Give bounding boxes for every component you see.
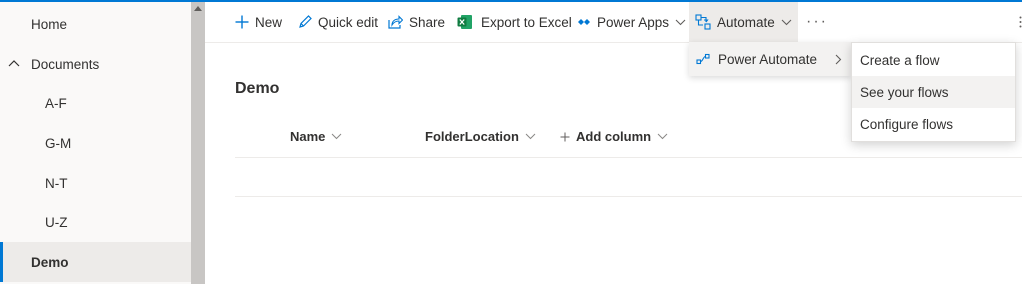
power-automate-menu-item[interactable]: Power Automate bbox=[689, 42, 851, 76]
nav-item-n-t[interactable]: N-T bbox=[0, 163, 191, 203]
column-header-folderlocation[interactable]: FolderLocation bbox=[425, 129, 536, 144]
column-header-label: FolderLocation bbox=[425, 129, 519, 144]
column-header-name[interactable]: Name bbox=[290, 129, 342, 144]
automate-button[interactable]: Automate bbox=[689, 2, 798, 42]
new-label: New bbox=[255, 14, 283, 30]
nav-item-label: U-Z bbox=[45, 214, 68, 230]
chevron-up-icon[interactable] bbox=[8, 58, 20, 70]
chevron-down-icon bbox=[675, 19, 686, 25]
column-header-label: Add column bbox=[576, 129, 652, 144]
power-automate-submenu: Create a flow See your flows Configure f… bbox=[851, 42, 1016, 142]
quick-edit-button[interactable]: Quick edit bbox=[298, 2, 378, 42]
share-icon bbox=[388, 15, 403, 29]
header-divider bbox=[235, 157, 1022, 158]
configure-flows-item[interactable]: Configure flows bbox=[852, 108, 1015, 140]
menu-item-label: Create a flow bbox=[860, 52, 940, 68]
menu-item-label: Configure flows bbox=[860, 116, 954, 132]
nav-item-a-f[interactable]: A-F bbox=[0, 83, 191, 123]
plus-icon bbox=[235, 15, 249, 29]
chevron-down-icon bbox=[781, 19, 792, 25]
nav-item-demo[interactable]: Demo bbox=[0, 242, 191, 282]
power-apps-icon bbox=[578, 19, 590, 25]
nav-item-g-m[interactable]: G-M bbox=[0, 123, 191, 163]
nav-item-home[interactable]: Home bbox=[0, 4, 191, 44]
nav-item-label: Documents bbox=[31, 56, 100, 72]
automate-label: Automate bbox=[717, 14, 775, 30]
add-column-button[interactable]: Add column bbox=[560, 129, 668, 144]
command-bar: New Quick edit Share Export to Excel Pow bbox=[205, 2, 1022, 43]
create-a-flow-item[interactable]: Create a flow bbox=[852, 44, 1015, 76]
column-header-label: Name bbox=[290, 129, 326, 144]
excel-icon bbox=[457, 15, 472, 29]
page-title: Demo bbox=[235, 80, 280, 97]
new-button[interactable]: New bbox=[235, 2, 282, 42]
power-automate-label: Power Automate bbox=[718, 51, 818, 67]
more-label: ··· bbox=[806, 13, 828, 30]
pencil-icon bbox=[299, 15, 312, 28]
nav-scrollbar[interactable] bbox=[191, 2, 205, 284]
nav-item-label: A-F bbox=[45, 95, 67, 111]
automate-menu: Power Automate bbox=[689, 42, 851, 76]
more-options-button[interactable]: ··· bbox=[806, 2, 828, 42]
chevron-down-icon bbox=[657, 133, 668, 140]
menu-item-label: See your flows bbox=[860, 84, 949, 100]
nav-item-u-z[interactable]: U-Z bbox=[0, 202, 191, 242]
left-navigation: Home Documents A-F G-M N-T U-Z Demo bbox=[0, 2, 191, 284]
chevron-right-icon bbox=[835, 54, 842, 65]
nav-item-label: N-T bbox=[45, 175, 68, 191]
chevron-down-icon bbox=[332, 133, 342, 140]
power-apps-label: Power Apps bbox=[597, 14, 670, 30]
export-to-excel-button[interactable]: Export to Excel bbox=[457, 2, 572, 42]
share-label: Share bbox=[409, 14, 446, 30]
nav-item-label: Demo bbox=[31, 254, 69, 270]
nav-item-documents[interactable]: Documents bbox=[0, 44, 191, 84]
plus-icon bbox=[560, 132, 570, 141]
power-automate-icon bbox=[696, 53, 710, 65]
share-button[interactable]: Share bbox=[388, 2, 445, 42]
selection-indicator bbox=[0, 242, 3, 282]
chevron-down-icon bbox=[525, 133, 536, 140]
export-label: Export to Excel bbox=[481, 14, 572, 30]
automate-icon bbox=[695, 14, 711, 30]
power-apps-button[interactable]: Power Apps bbox=[577, 2, 686, 42]
nav-item-label: G-M bbox=[45, 135, 72, 151]
row-divider bbox=[235, 196, 1022, 197]
scroll-up-arrow-icon[interactable] bbox=[194, 6, 202, 11]
see-your-flows-item[interactable]: See your flows bbox=[852, 76, 1015, 108]
quick-edit-label: Quick edit bbox=[318, 14, 379, 30]
nav-item-label: Home bbox=[31, 16, 68, 32]
